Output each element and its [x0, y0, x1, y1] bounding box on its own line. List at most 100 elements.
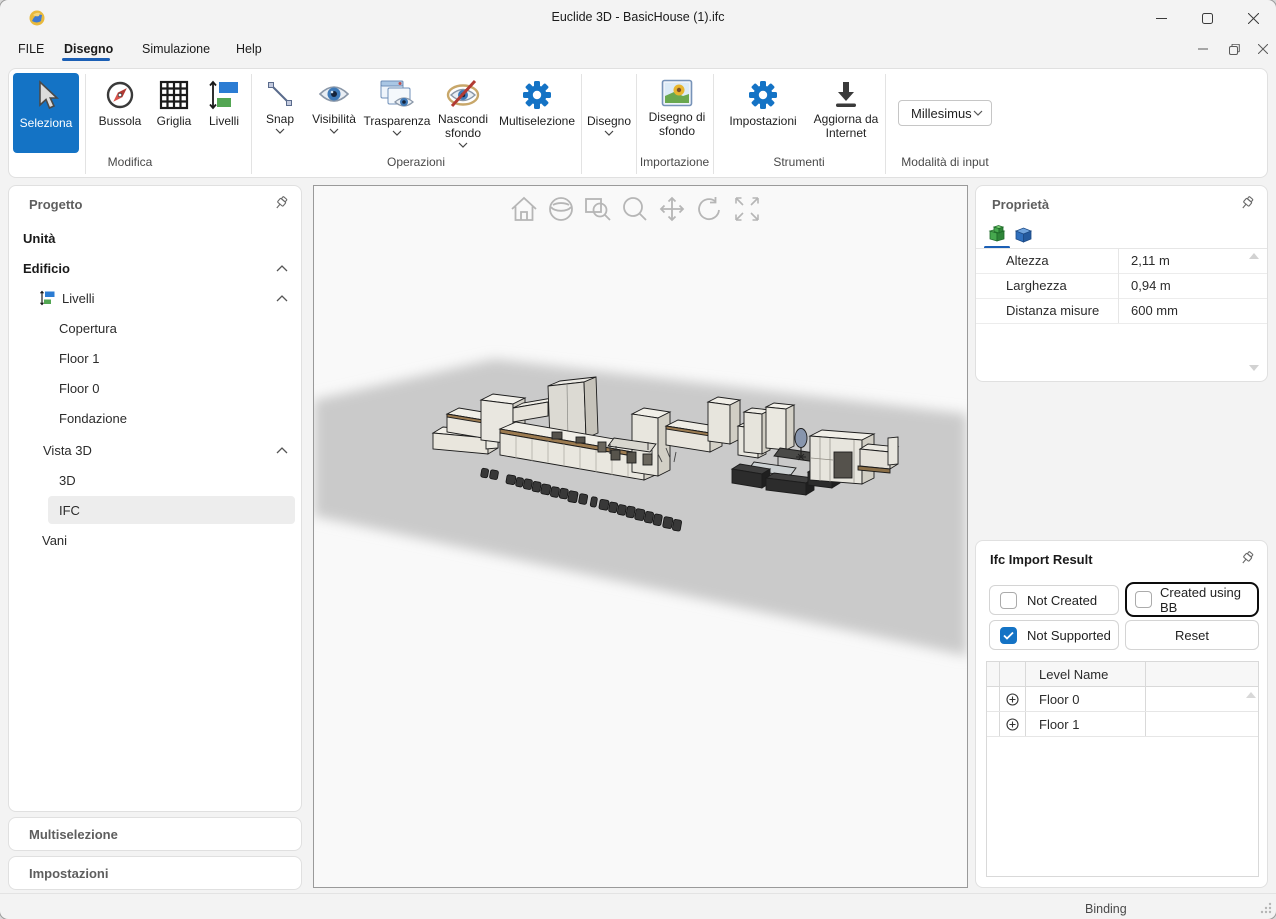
snap-button[interactable]: Snap	[257, 73, 303, 153]
checkbox-unchecked[interactable]	[1000, 592, 1017, 609]
levels-icon	[208, 79, 240, 111]
download-icon	[831, 79, 861, 109]
shadow-plane	[314, 359, 967, 656]
maximize-button[interactable]	[1184, 0, 1230, 36]
pin-icon[interactable]	[1239, 195, 1255, 211]
rotate-view-icon[interactable]	[699, 197, 719, 219]
not-supported-checkbox[interactable]: Not Supported	[989, 620, 1119, 650]
column-header-level-name: Level Name	[1039, 667, 1108, 682]
bussola-button[interactable]: Bussola	[93, 73, 147, 153]
home-view-icon[interactable]	[512, 198, 536, 220]
transparency-icon	[379, 79, 415, 111]
status-binding: Binding	[1085, 902, 1127, 916]
checkbox-checked[interactable]	[1000, 627, 1017, 644]
gear-icon	[521, 79, 553, 111]
chevron-down-icon	[973, 110, 983, 116]
tab-green-cubes-icon[interactable]	[986, 224, 1008, 244]
expand-plus-icon[interactable]	[1006, 693, 1019, 706]
pin-icon[interactable]	[273, 195, 289, 211]
orbit-icon[interactable]	[550, 198, 572, 220]
resize-grip[interactable]	[1260, 902, 1272, 914]
chevron-down-icon	[329, 128, 339, 134]
app-window: Euclide 3D - BasicHouse (1).ifc FILE Dis…	[0, 0, 1276, 919]
scene-3d	[314, 186, 967, 887]
trasparenza-button[interactable]: Trasparenza	[364, 73, 430, 153]
property-row: Altezza 2,11 m	[976, 248, 1267, 274]
reset-button[interactable]: Reset	[1125, 620, 1259, 650]
minimize-button-secondary[interactable]	[1188, 36, 1218, 62]
property-row: Distanza misure 600 mm	[976, 298, 1267, 324]
tree-item-vista-3d[interactable]: Vista 3D	[9, 435, 301, 465]
tree-item-3d[interactable]: 3D	[9, 465, 301, 495]
zoom-icon[interactable]	[624, 198, 646, 220]
input-mode-value: Millesimus	[911, 106, 972, 121]
restore-button-secondary[interactable]	[1219, 36, 1249, 62]
chevron-down-icon	[604, 130, 614, 136]
close-button-secondary[interactable]	[1248, 36, 1276, 62]
levels-icon	[39, 290, 56, 306]
tree-item-vani[interactable]: Vani	[9, 525, 301, 555]
tree-item-unita[interactable]: Unità	[9, 223, 301, 253]
minimize-button[interactable]	[1138, 0, 1184, 36]
table-row-floor-0[interactable]: Floor 0	[987, 687, 1258, 712]
active-tab-underline	[62, 58, 110, 61]
livelli-button[interactable]: Livelli	[201, 73, 247, 153]
impostazioni-button[interactable]: Impostazioni	[721, 73, 805, 153]
multiselezione-button[interactable]: Multiselezione	[496, 73, 578, 153]
scroll-up-icon[interactable]	[1248, 252, 1260, 260]
input-mode-combobox[interactable]: Millesimus	[898, 100, 992, 126]
close-button[interactable]	[1230, 0, 1276, 36]
properties-panel: Proprietà Altezza 2,1	[975, 185, 1268, 382]
checkbox-unchecked[interactable]	[1135, 591, 1152, 608]
chevron-up-icon[interactable]	[276, 295, 288, 302]
disegno-dropdown-button[interactable]: Disegno	[585, 73, 633, 153]
aggiorna-da-internet-button[interactable]: Aggiorna da Internet	[807, 73, 885, 153]
griglia-button[interactable]: Griglia	[149, 73, 199, 153]
chevron-down-icon	[275, 128, 285, 134]
group-label-modifica: Modifica	[9, 155, 251, 169]
property-value: 2,11 m	[1131, 253, 1170, 268]
table-row-floor-1[interactable]: Floor 1	[987, 712, 1258, 737]
zoom-window-icon[interactable]	[586, 199, 610, 220]
scroll-up-icon[interactable]	[1245, 691, 1257, 699]
expand-plus-icon[interactable]	[1006, 718, 1019, 731]
visibilita-button[interactable]: Visibilità	[305, 73, 363, 153]
tree-item-fondazione[interactable]: Fondazione	[9, 403, 301, 433]
seleziona-button[interactable]: Seleziona	[13, 73, 79, 153]
chevron-down-icon	[458, 142, 468, 148]
cursor-icon	[32, 79, 60, 113]
tree-item-floor-1[interactable]: Floor 1	[9, 343, 301, 373]
pan-icon[interactable]	[661, 198, 683, 220]
pin-icon[interactable]	[1239, 550, 1255, 566]
properties-panel-title: Proprietà	[992, 197, 1049, 212]
scroll-down-icon[interactable]	[1248, 364, 1260, 372]
expand-view-icon[interactable]	[736, 198, 758, 220]
chevron-up-icon[interactable]	[276, 447, 288, 454]
tree-item-ifc-selected[interactable]: IFC	[9, 495, 301, 525]
property-label: Larghezza	[1006, 278, 1067, 293]
tree-item-livelli[interactable]: Livelli	[9, 283, 301, 313]
disegno-di-sfondo-button[interactable]: Disegno di sfondo	[640, 73, 714, 153]
ifc-panel-title: Ifc Import Result	[990, 552, 1093, 567]
not-created-checkbox[interactable]: Not Created	[989, 585, 1119, 615]
property-row: Larghezza 0,94 m	[976, 273, 1267, 299]
viewport-3d[interactable]	[313, 185, 968, 888]
tree-item-floor-0[interactable]: Floor 0	[9, 373, 301, 403]
menu-disegno-active[interactable]: Disegno	[60, 40, 117, 58]
multiselezione-panel-header[interactable]: Multiselezione	[8, 817, 302, 851]
menu-file[interactable]: FILE	[14, 40, 48, 58]
tree-item-edificio[interactable]: Edificio	[9, 253, 301, 283]
menu-simulazione[interactable]: Simulazione	[138, 40, 214, 58]
chevron-down-icon	[392, 130, 402, 136]
chevron-up-icon[interactable]	[276, 265, 288, 272]
title-bar[interactable]: Euclide 3D - BasicHouse (1).ifc	[0, 0, 1276, 36]
group-label-strumenti: Strumenti	[713, 155, 885, 169]
tab-blue-cube-icon[interactable]	[1014, 225, 1033, 243]
nascondi-sfondo-button[interactable]: Nascondi sfondo	[432, 73, 494, 153]
hide-background-icon	[445, 79, 481, 109]
tree-item-copertura[interactable]: Copertura	[9, 313, 301, 343]
created-using-bb-checkbox[interactable]: Created using BB	[1125, 582, 1259, 617]
menu-help[interactable]: Help	[232, 40, 266, 58]
ifc-import-result-panel: Ifc Import Result Not Created Created us…	[975, 540, 1268, 888]
impostazioni-panel-header[interactable]: Impostazioni	[8, 856, 302, 890]
